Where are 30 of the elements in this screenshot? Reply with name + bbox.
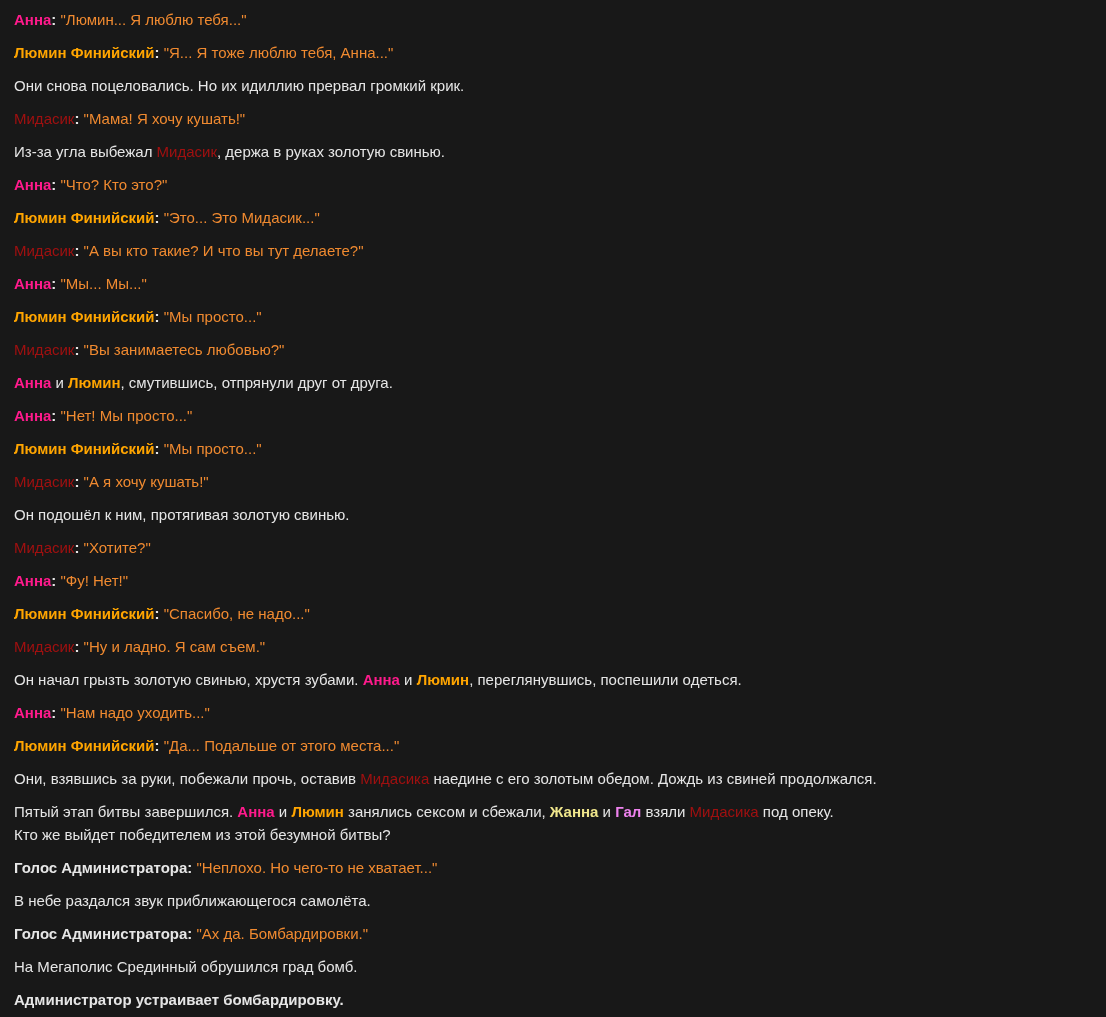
chat-line: Мидасик: "А я хочу кушать!"	[14, 472, 210, 492]
chat-line: Из-за угла выбежал Мидасик, держа в руках золотую свинью.	[14, 142, 447, 162]
chat-line: На Мегаполис Срединный обрушился град бомб.	[14, 957, 359, 977]
chat-line: Мидасик: "Ну и ладно. Я сам съем."	[14, 637, 267, 657]
chat-line: Анна: "Нет! Мы просто..."	[14, 406, 194, 426]
chat-line: Голос Администратора: "Ах да. Бомбардировки."	[14, 924, 370, 944]
chat-line: Люмин Финийский: "Спасибо, не надо..."	[14, 604, 311, 624]
chat-line: Анна: "Что? Кто это?"	[14, 175, 169, 195]
chat-line: Мидасик: "Хотите?"	[14, 538, 152, 558]
chat-line: Люмин Финийский: "Да... Подальше от этого места..."	[14, 736, 401, 756]
chat-line: Он начал грызть золотую свинью, хрустя зубами. Анна и Люмин, переглянувшись, поспешили одеться.	[14, 670, 743, 690]
chat-line: Анна: "Люмин... Я люблю тебя..."	[14, 10, 248, 30]
chat-line: Он подошёл к ним, протягивая золотую свинью.	[14, 505, 351, 525]
chat-line: Анна: "Фу! Нет!"	[14, 571, 130, 591]
chat-line: Мидасик: "Мама! Я хочу кушать!"	[14, 109, 247, 129]
chat-line: Люмин Финийский: "Мы просто..."	[14, 307, 263, 327]
chat-line: Люмин Финийский: "Я... Я тоже люблю тебя, Анна..."	[14, 43, 395, 63]
chat-line: Анна: "Нам надо уходить..."	[14, 703, 211, 723]
chat-line: Голос Администратора: "Неплохо. Но чего-то не хватает..."	[14, 858, 439, 878]
chat-line: Мидасик: "А вы кто такие? И что вы тут делаете?"	[14, 241, 365, 261]
chat-line: В небе раздался звук приближающегося самолёта.	[14, 891, 372, 911]
chat-line: Мидасик: "Вы занимаетесь любовью?"	[14, 340, 286, 360]
chat-line: Люмин Финийский: "Мы просто..."	[14, 439, 263, 459]
chat-line: Они, взявшись за руки, побежали прочь, оставив Мидасика наедине с его золотым обедом. Дождь из свиней продолжался.	[14, 769, 878, 789]
chat-line: Администратор устраивает бомбардировку.	[14, 990, 345, 1010]
chat-line: Они снова поцеловались. Но их идиллию прервал громкий крик.	[14, 76, 466, 96]
chat-line: Пятый этап битвы завершился. Анна и Люмин занялись сексом и сбежали, Жанна и Гал взяли Мидасика под опеку. Кто же выйдет победителем из этой безумной битвы?	[14, 802, 835, 845]
chat-line: Анна: "Мы... Мы..."	[14, 274, 148, 294]
chat-line: Люмин Финийский: "Это... Это Мидасик..."	[14, 208, 321, 228]
chat-line: Анна и Люмин, смутившись, отпрянули друг от друга.	[14, 373, 394, 393]
